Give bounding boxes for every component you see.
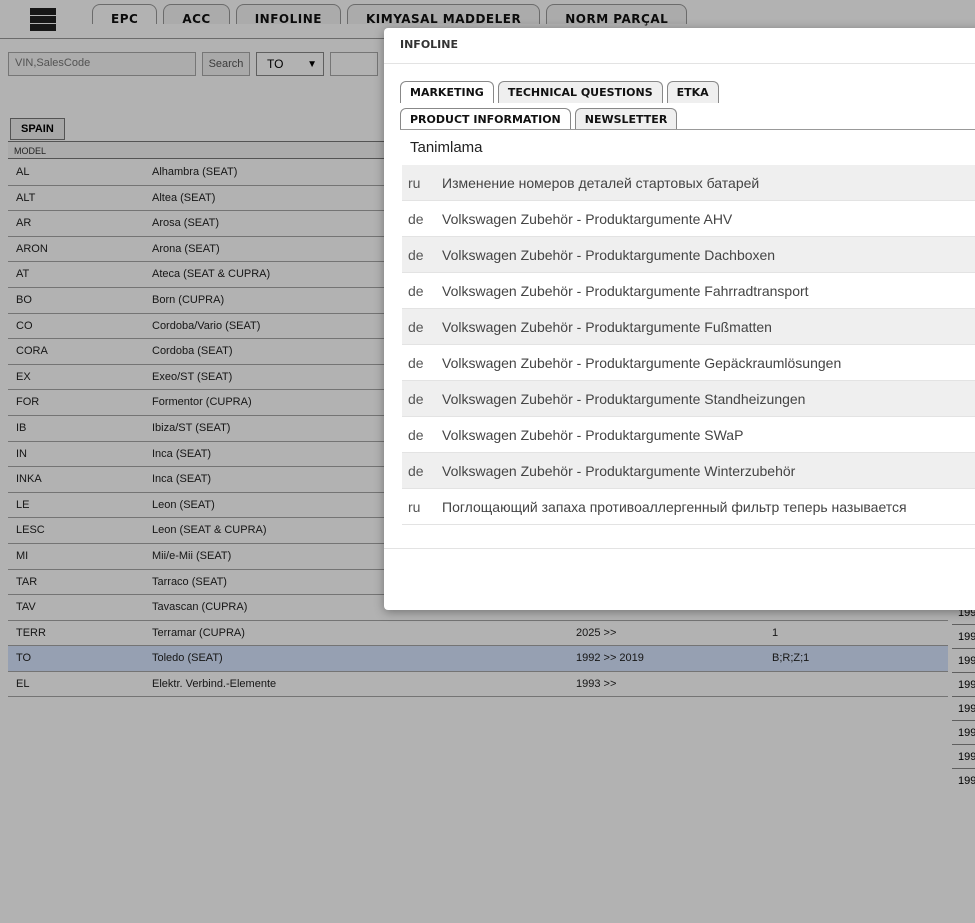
language-code: de	[408, 282, 424, 299]
tab-technical-questions[interactable]: TECHNICAL QUESTIONS	[497, 81, 663, 103]
language-code: de	[408, 210, 424, 227]
tab-product-information[interactable]: PRODUCT INFORMATION	[400, 108, 571, 130]
language-code: de	[408, 246, 424, 263]
list-item[interactable]: de Volkswagen Zubehör - Produktargumente …	[402, 273, 975, 309]
tab-etka[interactable]: ETKA	[666, 81, 719, 103]
item-title: Volkswagen Zubehör - Produktargumente Fa…	[442, 282, 809, 299]
language-code: de	[408, 426, 424, 443]
list-item[interactable]: de Volkswagen Zubehör - Produktargumente …	[402, 417, 975, 453]
list-item[interactable]: de Volkswagen Zubehör - Produktargumente …	[402, 453, 975, 489]
item-title: Volkswagen Zubehör - Produktargumente SW…	[442, 426, 744, 443]
tab-newsletter[interactable]: NEWSLETTER	[574, 108, 678, 130]
language-code: ru	[408, 174, 421, 191]
item-title: Volkswagen Zubehör - Produktargumente St…	[442, 390, 806, 407]
language-code: de	[408, 354, 424, 371]
item-title: Поглощающий запаха противоаллергенный фи…	[442, 498, 907, 515]
modal-tabs-row-1: MARKETING TECHNICAL QUESTIONS ETKA	[400, 81, 719, 103]
modal-title: INFOLINE	[384, 28, 975, 64]
modal-tabs-row-2: PRODUCT INFORMATION NEWSLETTER	[400, 108, 678, 130]
language-code: de	[408, 462, 424, 479]
list-item[interactable]: de Volkswagen Zubehör - Produktargumente …	[402, 345, 975, 381]
modal-footer-divider	[384, 548, 975, 549]
item-title: Volkswagen Zubehör - Produktargumente Ge…	[442, 354, 842, 371]
list-item[interactable]: de Volkswagen Zubehör - Produktargumente …	[402, 237, 975, 273]
item-title: Volkswagen Zubehör - Produktargumente Wi…	[442, 462, 796, 479]
section-title: Tanimlama	[410, 139, 483, 156]
item-title: Volkswagen Zubehör - Produktargumente AH…	[442, 210, 733, 227]
item-title: Изменение номеров деталей стартовых бата…	[442, 174, 760, 191]
list-item[interactable]: ru Поглощающий запаха противоаллергенный …	[402, 489, 975, 525]
language-code: ru	[408, 498, 421, 515]
tab-marketing[interactable]: MARKETING	[400, 81, 494, 103]
language-code: de	[408, 318, 424, 335]
info-list: ru Изменение номеров деталей стартовых ба…	[402, 165, 975, 525]
item-title: Volkswagen Zubehör - Produktargumente Da…	[442, 246, 776, 263]
language-code: de	[408, 390, 424, 407]
tabs-divider	[400, 129, 975, 130]
list-item[interactable]: de Volkswagen Zubehör - Produktargumente …	[402, 201, 975, 237]
list-item[interactable]: ru Изменение номеров деталей стартовых ба…	[402, 165, 975, 201]
list-item[interactable]: de Volkswagen Zubehör - Produktargumente …	[402, 381, 975, 417]
infoline-modal: INFOLINE MARKETING TECHNICAL QUESTIONS E…	[384, 28, 975, 610]
list-item[interactable]: de Volkswagen Zubehör - Produktargumente …	[402, 309, 975, 345]
item-title: Volkswagen Zubehör - Produktargumente Fu…	[442, 318, 772, 335]
